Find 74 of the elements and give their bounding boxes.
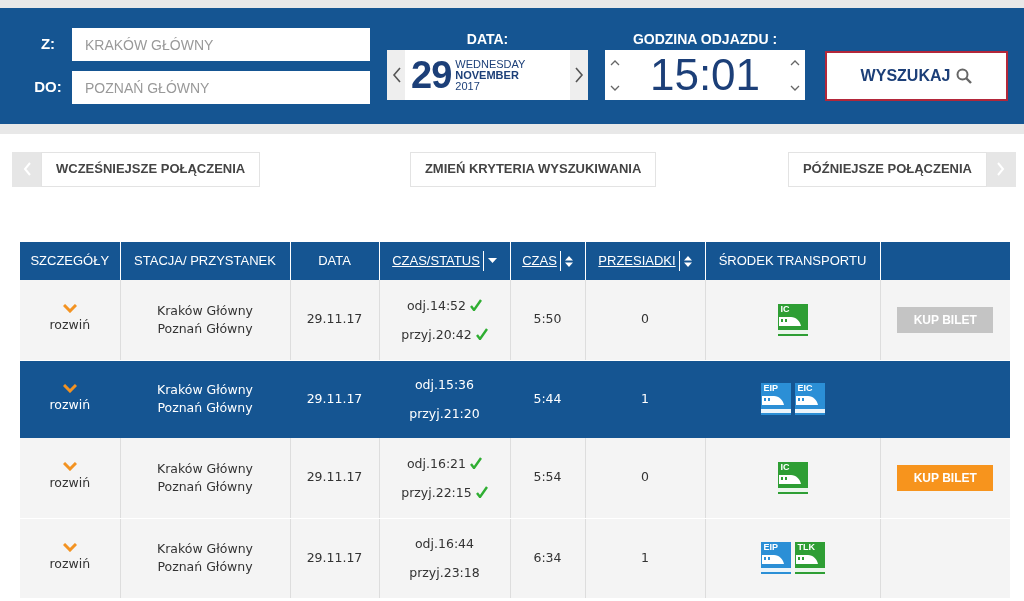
field-label: Z:: [39, 34, 57, 55]
table-cell: 29.11.17: [290, 280, 379, 360]
column-header: SZCZEGÓŁY: [30, 253, 110, 269]
table-cell: 29.11.17: [290, 360, 379, 438]
date-label: DATA:: [466, 29, 509, 49]
table-cell: 0: [585, 438, 705, 518]
expand-link[interactable]: rozwiń: [49, 395, 91, 415]
time-status-text: przyj.23:18: [409, 565, 480, 580]
station-name: Kraków Główny: [155, 459, 255, 478]
column-header: STACJA/ PRZYSTANEK: [134, 253, 276, 269]
train-type-label: EIC: [796, 383, 813, 395]
day-number: 29: [411, 53, 452, 98]
table-cell: 29.11.17: [290, 518, 379, 598]
station-name: Kraków Główny: [155, 301, 255, 320]
table-cell: 5:50: [510, 280, 585, 360]
train-type-label: TLK: [796, 542, 815, 553]
change-criteria-button[interactable]: ZMIEŃ KRYTERIA WYSZUKIWANIA: [409, 151, 657, 187]
time-status-text: odj.16:44: [414, 536, 475, 551]
weekday-text: WEDNESDAY: [455, 58, 527, 70]
time-status-text: odj.15:36: [414, 377, 475, 393]
table-cell: 29.11.17: [290, 438, 379, 518]
chevron-down-icon: [62, 462, 77, 472]
search-button[interactable]: WYSZUKAJ: [825, 51, 1008, 101]
table-cell: 1: [585, 518, 705, 598]
chevron-up-icon: [610, 59, 620, 66]
chevron-right-icon: [997, 162, 1006, 176]
train-type-label: EIP: [762, 542, 778, 553]
time-status-text: przyj.20:42: [401, 326, 472, 342]
station-input[interactable]: KRAKÓW GŁÓWNY: [72, 28, 370, 61]
chevron-up-icon: [790, 59, 800, 66]
train-type-label: EIP: [762, 383, 778, 395]
table-cell: 1: [585, 360, 705, 438]
table-cell: 6:34: [510, 518, 585, 598]
expand-link[interactable]: rozwiń: [49, 474, 91, 494]
expand-link[interactable]: rozwiń: [49, 554, 91, 574]
station-name: Poznań Główny: [156, 558, 254, 576]
station-name: Kraków Główny: [155, 381, 255, 400]
train-type-label: IC: [779, 461, 790, 473]
time-status-text: przyj.22:15: [401, 484, 472, 500]
time-status-text: odj.14:52: [406, 297, 467, 313]
station-name: Poznań Główny: [156, 477, 254, 496]
train-type-label: IC: [779, 303, 790, 315]
table-cell: 5:54: [510, 438, 585, 518]
station-name: Poznań Główny: [156, 399, 254, 418]
chevron-down-icon: [62, 542, 77, 552]
time-status-text: odj.16:21: [406, 455, 467, 471]
chevron-down-icon: [62, 383, 77, 393]
year-text: 2017: [455, 80, 481, 92]
station-input[interactable]: POZNAŃ GŁÓWNY: [72, 71, 370, 104]
time-status-text: przyj.21:20: [409, 406, 480, 422]
next-arrow-button[interactable]: [987, 151, 1016, 187]
chevron-left-icon: [22, 162, 31, 176]
previous-day-button[interactable]: [387, 50, 405, 100]
later-connections-button[interactable]: PÓŹNIEJSZE POŁĄCZENIA: [787, 151, 987, 187]
next-day-button[interactable]: [570, 50, 588, 100]
station-name: Poznań Główny: [156, 319, 254, 338]
expand-link[interactable]: rozwiń: [49, 316, 91, 336]
search-icon: [956, 68, 973, 84]
chevron-down-icon: [790, 84, 800, 91]
field-label: DO:: [33, 77, 63, 98]
chevron-left-icon: [391, 67, 401, 83]
previous-arrow-button[interactable]: [12, 151, 41, 187]
table-cell: 5:44: [510, 360, 585, 438]
chevron-right-icon: [574, 67, 584, 83]
chevron-down-icon: [62, 304, 77, 314]
time-value: 15:01: [648, 50, 762, 100]
station-name: Kraków Główny: [155, 540, 255, 558]
column-header: DATA: [318, 253, 351, 269]
month-text: NOVEMBER: [455, 69, 520, 81]
table-cell: 0: [585, 280, 705, 360]
time-label: GODZINA ODJAZDU :: [632, 29, 778, 49]
earlier-connections-button[interactable]: WCZEŚNIEJSZE POŁĄCZENIA: [41, 151, 261, 187]
chevron-down-icon: [610, 84, 620, 91]
column-header: ŚRODEK TRANSPORTU: [718, 253, 867, 269]
